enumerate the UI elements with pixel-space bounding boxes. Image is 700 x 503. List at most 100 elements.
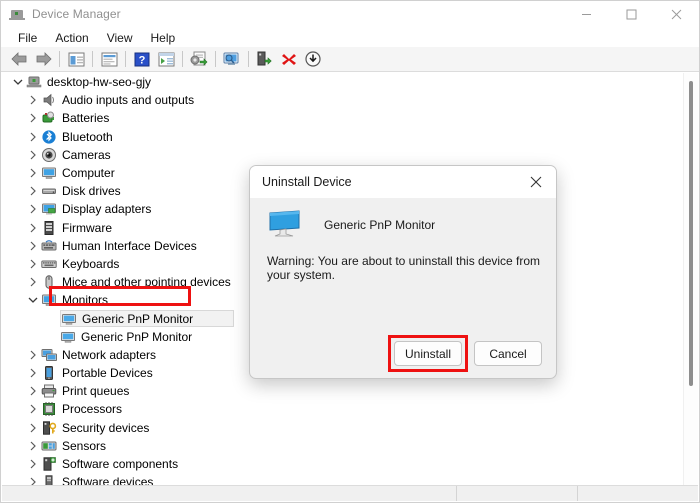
add-legacy-hardware-icon[interactable]: [220, 48, 244, 70]
tree-item-label: Batteries: [62, 111, 110, 126]
uninstall-device-icon[interactable]: [277, 48, 301, 70]
camera-icon: [41, 147, 57, 163]
minimize-icon[interactable]: [564, 1, 609, 27]
tree-item-label: Security devices: [62, 420, 150, 435]
chevron-right-icon[interactable]: [25, 346, 41, 364]
uninstall-button[interactable]: Uninstall: [394, 341, 462, 366]
chevron-right-icon[interactable]: [25, 146, 41, 164]
tree-item-label: Network adapters: [62, 347, 157, 362]
menu-view[interactable]: View: [98, 29, 142, 47]
disk-icon: [41, 183, 57, 199]
scan-for-hardware-changes-icon[interactable]: [187, 48, 211, 70]
back-icon[interactable]: [7, 48, 31, 70]
chevron-right-icon[interactable]: [25, 437, 41, 455]
tree-item[interactable]: Software components: [2, 455, 698, 473]
no-chevron: [44, 310, 60, 328]
forward-icon[interactable]: [31, 48, 55, 70]
tree-item-label: Display adapters: [62, 202, 152, 217]
tree-item[interactable]: Processors: [2, 400, 698, 418]
chevron-right-icon[interactable]: [25, 164, 41, 182]
tree-item[interactable]: Bluetooth: [2, 128, 698, 146]
svg-text:?: ?: [139, 54, 146, 66]
security-icon: [41, 420, 57, 436]
enable-device-icon[interactable]: [253, 48, 277, 70]
tree-root-label: desktop-hw-seo-gjy: [47, 75, 152, 90]
vertical-scrollbar[interactable]: [683, 73, 698, 486]
portable-icon: [41, 365, 57, 381]
tree-item-label: Processors: [62, 402, 123, 417]
uninstall-device-dialog: Uninstall Device Generic PnP Monitor War…: [249, 165, 557, 379]
update-driver-icon[interactable]: [97, 48, 121, 70]
monitor-small-icon: [61, 311, 77, 327]
menu-file[interactable]: File: [9, 29, 46, 47]
chevron-right-icon[interactable]: [25, 109, 41, 127]
chevron-right-icon[interactable]: [25, 400, 41, 418]
menu-action[interactable]: Action: [46, 29, 97, 47]
dialog-buttons: Uninstall Cancel: [388, 335, 542, 372]
firmware-icon: [41, 220, 57, 236]
tree-item-label: Human Interface Devices: [62, 238, 197, 253]
tree-root-node[interactable]: desktop-hw-seo-gjy: [2, 73, 698, 91]
chevron-right-icon[interactable]: [25, 382, 41, 400]
chevron-right-icon[interactable]: [25, 255, 41, 273]
chevron-right-icon[interactable]: [25, 364, 41, 382]
toolbar-separator: [59, 51, 60, 67]
software-component-icon: [41, 456, 57, 472]
bluetooth-icon: [41, 129, 57, 145]
tree-item[interactable]: Security devices: [2, 419, 698, 437]
download-icon[interactable]: [301, 48, 325, 70]
close-icon[interactable]: [654, 1, 699, 27]
display-adapter-icon: [41, 201, 57, 217]
chevron-right-icon[interactable]: [25, 182, 41, 200]
tree-item-label: Mice and other pointing devices: [62, 275, 231, 290]
chevron-down-icon[interactable]: [25, 291, 41, 309]
title-bar: Device Manager: [1, 1, 699, 27]
tree-item-label: Generic PnP Monitor: [81, 329, 193, 344]
tree-item[interactable]: Sensors: [2, 437, 698, 455]
status-bar: [2, 485, 698, 501]
tree-item-label: Audio inputs and outputs: [62, 93, 195, 108]
computer-root-icon: [26, 74, 42, 90]
scrollbar-thumb[interactable]: [689, 81, 693, 386]
chevron-right-icon[interactable]: [25, 237, 41, 255]
help-icon[interactable]: ?: [130, 48, 154, 70]
monitor-small-icon: [60, 329, 76, 345]
chevron-right-icon[interactable]: [25, 128, 41, 146]
battery-icon: [41, 110, 57, 126]
toolbar-separator: [215, 51, 216, 67]
printer-icon: [41, 383, 57, 399]
tree-item[interactable]: Audio inputs and outputs: [2, 91, 698, 109]
tree-item[interactable]: Batteries: [2, 109, 698, 127]
tree-item[interactable]: Print queues: [2, 382, 698, 400]
status-cell-3: [578, 486, 698, 501]
chevron-right-icon[interactable]: [25, 219, 41, 237]
device-manager-icon: [9, 6, 25, 22]
tree-item-label: Firmware: [62, 220, 112, 235]
show-hidden-devices-icon[interactable]: [154, 48, 178, 70]
dialog-warning-text: Warning: You are about to uninstall this…: [267, 254, 541, 282]
status-cell-2: [457, 486, 578, 501]
uninstall-button-wrapper: Uninstall: [388, 335, 468, 372]
chevron-right-icon[interactable]: [25, 273, 41, 291]
toolbar-separator: [92, 51, 93, 67]
cancel-button[interactable]: Cancel: [474, 341, 542, 366]
chevron-right-icon[interactable]: [25, 455, 41, 473]
monitor-icon: [268, 210, 302, 240]
chevron-right-icon[interactable]: [25, 419, 41, 437]
device-manager-window: Device Manager File Action View Help ? d…: [0, 0, 700, 503]
speaker-icon: [41, 92, 57, 108]
dialog-device-name: Generic PnP Monitor: [324, 218, 436, 232]
tree-item-label: Monitors: [62, 293, 109, 308]
maximize-icon[interactable]: [609, 1, 654, 27]
chevron-down-icon[interactable]: [10, 73, 26, 91]
dialog-device-row: Generic PnP Monitor: [250, 198, 556, 240]
chevron-right-icon[interactable]: [25, 91, 41, 109]
dialog-close-icon[interactable]: [516, 166, 556, 198]
properties-icon[interactable]: [64, 48, 88, 70]
processor-icon: [41, 401, 57, 417]
hid-icon: [41, 238, 57, 254]
monitor-icon: [41, 165, 57, 181]
tree-item[interactable]: Cameras: [2, 146, 698, 164]
menu-help[interactable]: Help: [142, 29, 185, 47]
chevron-right-icon[interactable]: [25, 200, 41, 218]
